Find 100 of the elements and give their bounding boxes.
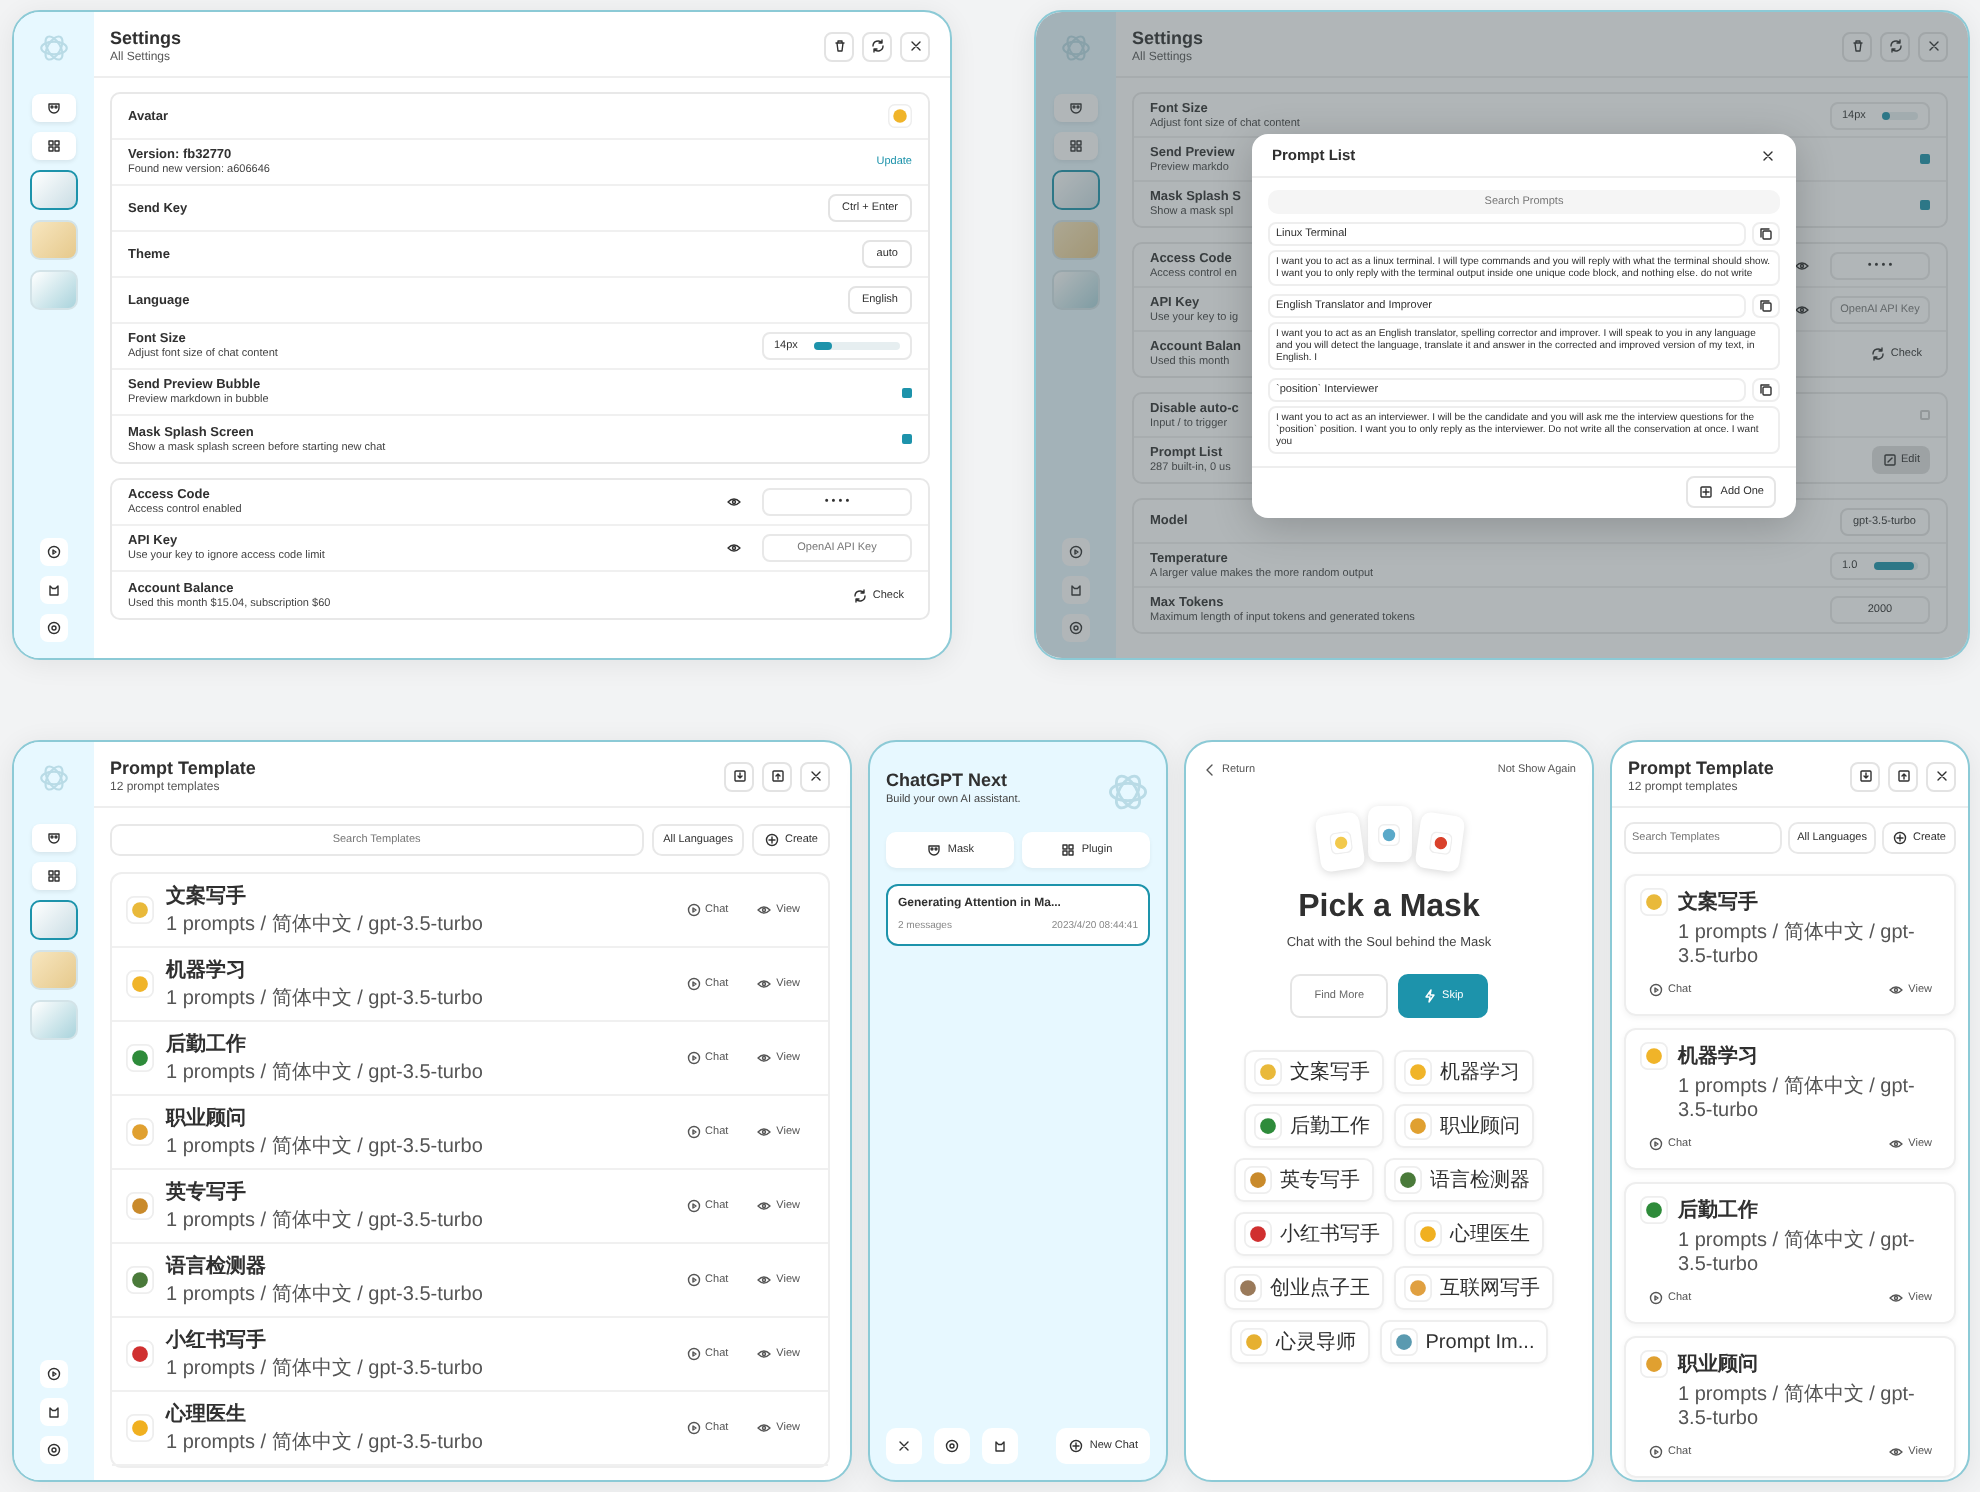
export-button[interactable]: [1888, 761, 1918, 791]
template-name: 后勤工作: [166, 1031, 248, 1058]
play-icon: [685, 1124, 702, 1140]
export-button[interactable]: [762, 761, 792, 791]
plugin-button[interactable]: [32, 862, 76, 890]
close-icon: [896, 1438, 912, 1454]
settings-icon: [1068, 620, 1084, 636]
mask-chip[interactable]: 职业顾问: [1394, 1104, 1534, 1148]
copy-button[interactable]: [1752, 378, 1780, 402]
settings-button[interactable]: [1062, 614, 1090, 642]
eye-icon: [1794, 301, 1810, 317]
checkbox[interactable]: [902, 387, 912, 397]
slider-fill[interactable]: [813, 342, 832, 350]
mask-chip[interactable]: 心灵导师: [1229, 1320, 1370, 1364]
clear-button[interactable]: [1842, 31, 1872, 61]
trash-icon: [1849, 38, 1865, 54]
mask-chip[interactable]: 小红书写手: [1234, 1212, 1394, 1256]
import-button[interactable]: [724, 761, 754, 791]
import-button[interactable]: [1850, 761, 1880, 791]
mask-chip[interactable]: 后勤工作: [1244, 1104, 1384, 1148]
copy-icon: [1758, 298, 1774, 314]
mask-button[interactable]: [32, 824, 76, 852]
chat-thumbnail[interactable]: [30, 900, 78, 940]
slider-fill[interactable]: [1881, 111, 1890, 119]
checkbox[interactable]: [1920, 154, 1930, 164]
eye-icon: [1888, 982, 1905, 998]
play-icon: [685, 1346, 702, 1362]
template-meta: 1 prompts / 简体中文 / gpt-3.5-turbo: [166, 1133, 485, 1160]
window-title: Prompt Template: [110, 758, 258, 778]
template-meta: 1 prompts / 简体中文 / gpt-3.5-turbo: [166, 1429, 485, 1456]
mask-chip[interactable]: Prompt Im...: [1379, 1320, 1549, 1364]
checkbox[interactable]: [902, 434, 912, 444]
copy-button[interactable]: [1752, 294, 1780, 318]
mask-button[interactable]: [1054, 94, 1098, 122]
copy-button[interactable]: [1752, 222, 1780, 246]
grid-icon: [46, 138, 62, 154]
template-meta: 1 prompts / 简体中文 / gpt-3.5-turbo: [166, 1355, 485, 1382]
mask-button[interactable]: [32, 94, 76, 122]
settings-icon: [46, 1442, 62, 1458]
template-meta: 1 prompts / 简体中文 / gpt-3.5-turbo: [166, 1059, 485, 1086]
close-button[interactable]: [1760, 147, 1776, 163]
template-meta: 1 prompts / 简体中文 / gpt-3.5-turbo: [166, 1281, 485, 1308]
play-icon: [685, 1272, 702, 1288]
close-icon: [807, 768, 823, 784]
chat-thumbnail[interactable]: [1052, 170, 1100, 210]
mask-chip[interactable]: 互联网写手: [1394, 1266, 1554, 1310]
github-button[interactable]: [982, 1428, 1018, 1464]
reset-button[interactable]: [862, 31, 892, 61]
template-meta: 1 prompts / 简体中文 / gpt-3.5-turbo: [1678, 1073, 1917, 1122]
grid-icon: [46, 868, 62, 884]
eye-icon: [1888, 1290, 1905, 1306]
play-icon: [46, 1366, 62, 1382]
github-button[interactable]: [1062, 576, 1090, 604]
back-icon: [1202, 762, 1218, 778]
eye-icon: [1888, 1444, 1905, 1460]
github-button[interactable]: [40, 576, 68, 604]
logo-icon: [1106, 770, 1150, 814]
github-button[interactable]: [40, 1398, 68, 1426]
mask-chip[interactable]: 心理医生: [1404, 1212, 1544, 1256]
clear-button[interactable]: [824, 31, 854, 61]
settings-button[interactable]: [40, 1436, 68, 1464]
template-name: 职业顾问: [166, 1105, 248, 1132]
mask-chip[interactable]: 文案写手: [1244, 1050, 1384, 1094]
mask-icon: [46, 100, 62, 116]
play-icon: [685, 902, 702, 918]
eye-icon: [726, 494, 742, 510]
mask-chip[interactable]: 机器学习: [1394, 1050, 1534, 1094]
close-icon: [1760, 147, 1776, 163]
reset-button[interactable]: [1880, 31, 1910, 61]
template-meta: 1 prompts / 简体中文 / gpt-3.5-turbo: [1678, 1381, 1917, 1430]
eye-icon: [756, 1198, 773, 1214]
grid-icon: [1059, 842, 1076, 858]
upload-icon: [769, 768, 785, 784]
window-title: Prompt Template: [1628, 758, 1776, 778]
app-title: ChatGPT Next: [886, 770, 1010, 790]
mask-chip[interactable]: 语言检测器: [1384, 1158, 1544, 1202]
add-icon: [1698, 484, 1715, 500]
plugin-button[interactable]: [32, 132, 76, 160]
settings-button[interactable]: [40, 614, 68, 642]
grid-icon: [1068, 138, 1084, 154]
logo-icon: [38, 32, 70, 64]
edit-icon: [1881, 452, 1898, 468]
checkbox[interactable]: [1920, 199, 1930, 209]
discover-button[interactable]: [1062, 538, 1090, 566]
reload-icon: [869, 38, 885, 54]
eye-icon: [1888, 1136, 1905, 1152]
mask-chip[interactable]: 英专写手: [1234, 1158, 1374, 1202]
chat-thumbnail[interactable]: [30, 170, 78, 210]
settings-button[interactable]: [934, 1428, 970, 1464]
template-name: 小红书写手: [166, 1327, 268, 1354]
close-icon: [907, 38, 923, 54]
mask-chip[interactable]: 创业点子王: [1224, 1266, 1384, 1310]
discover-button[interactable]: [40, 1360, 68, 1388]
plugin-button[interactable]: [1054, 132, 1098, 160]
close-icon: [1925, 38, 1941, 54]
discover-button[interactable]: [40, 538, 68, 566]
template-name: 机器学习: [1678, 1043, 1760, 1070]
close-icon: [1933, 768, 1949, 784]
checkbox[interactable]: [1920, 410, 1930, 420]
eye-icon: [756, 1272, 773, 1288]
